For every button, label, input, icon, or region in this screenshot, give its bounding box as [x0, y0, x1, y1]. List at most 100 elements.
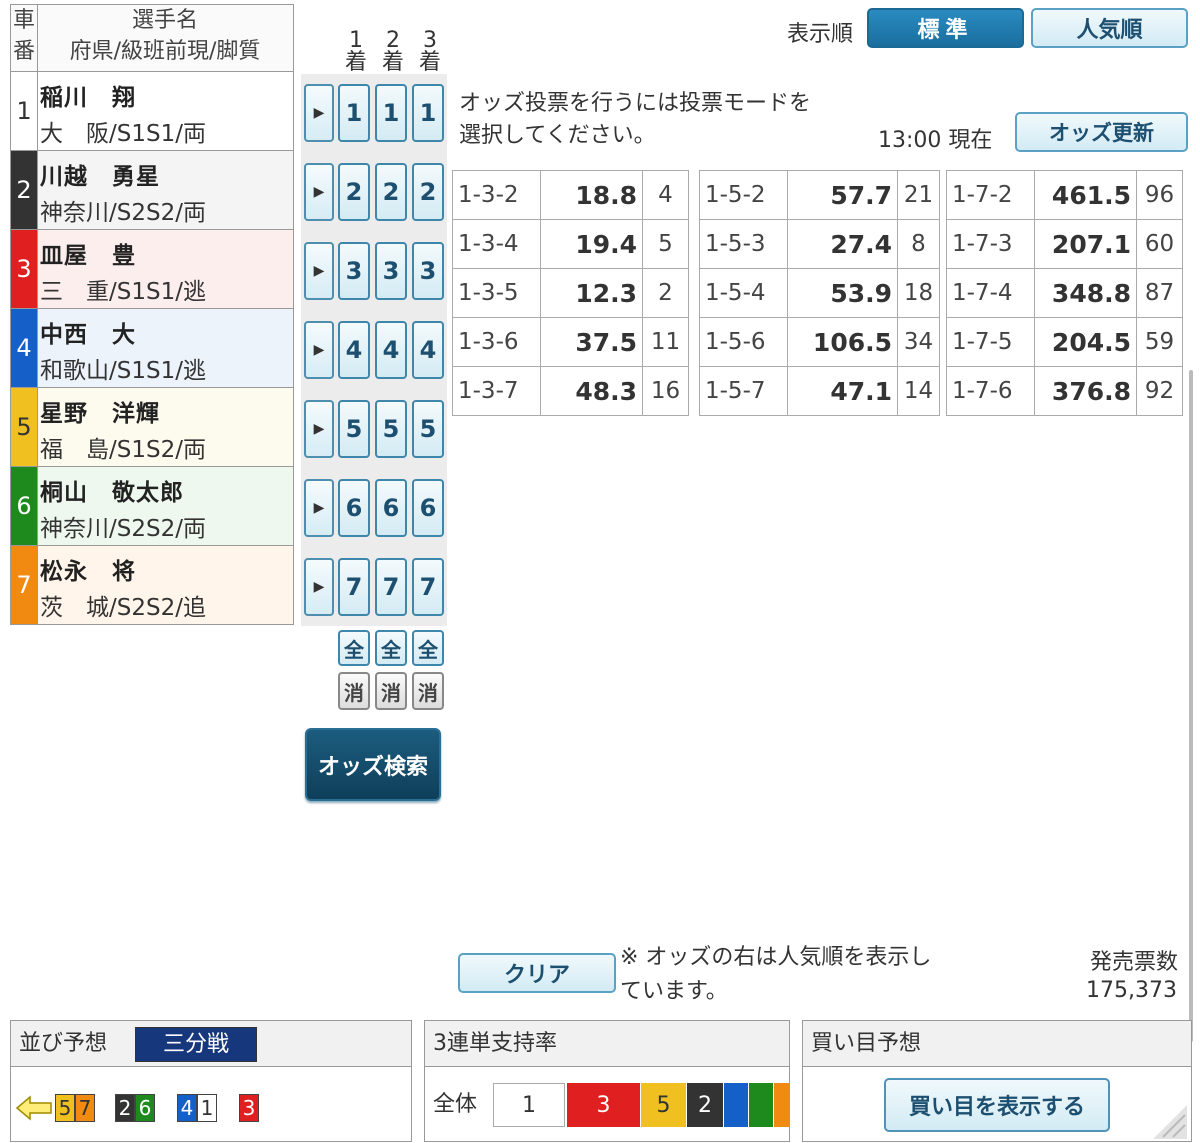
popularity-rank: 59	[1136, 317, 1183, 367]
car-select-button[interactable]: 5	[375, 400, 407, 458]
odds-row[interactable]: 1-7-3 207.1 60	[946, 219, 1183, 269]
show-bets-button[interactable]: 買い目を表示する	[884, 1078, 1110, 1132]
odds-value: 19.4	[540, 219, 643, 269]
standard-order-button[interactable]: 標準	[867, 8, 1024, 48]
clear-column-button[interactable]: 消	[375, 672, 407, 710]
message-line-1: オッズ投票を行うには投票モードを	[459, 91, 812, 116]
odds-row[interactable]: 1-3-2 18.8 4	[452, 170, 689, 220]
car-select-button[interactable]: 4	[412, 321, 444, 379]
odds-table: 1-5-2 57.7 21 1-5-3 27.4 8 1-5-4 53.9 18 1-5-6 106…	[699, 170, 940, 416]
racer-detail-header: 府県/級班前現/脚質	[69, 39, 261, 64]
odds-row[interactable]: 1-3-7 48.3 16	[452, 366, 689, 416]
car-select-button[interactable]: 6	[412, 479, 444, 537]
car-select-button[interactable]: 2	[412, 163, 444, 221]
support-rate-header: 3連単支持率	[425, 1021, 789, 1067]
odds-row[interactable]: 1-3-6 37.5 11	[452, 317, 689, 367]
odds-value: 27.4	[787, 219, 898, 269]
odds-combination: 1-3-7	[452, 366, 541, 416]
triangle-right-icon: ▶	[313, 105, 325, 121]
odds-row[interactable]: 1-5-2 57.7 21	[699, 170, 940, 220]
finish-column-header: 3着	[412, 30, 448, 74]
odds-row[interactable]: 1-3-5 12.3 2	[452, 268, 689, 318]
car-select-button[interactable]: 3	[412, 242, 444, 300]
odds-row[interactable]: 1-7-6 376.8 92	[946, 366, 1183, 416]
row-select-arrow-button[interactable]: ▶	[304, 558, 334, 616]
select-all-button[interactable]: 全	[375, 630, 407, 666]
car-select-button[interactable]: 7	[375, 558, 407, 616]
odds-row[interactable]: 1-5-7 47.1 14	[699, 366, 940, 416]
popularity-rank: 11	[642, 317, 689, 367]
odds-row[interactable]: 1-3-4 19.4 5	[452, 219, 689, 269]
odds-row[interactable]: 1-5-6 106.5 34	[699, 317, 940, 367]
clear-button[interactable]: クリア	[458, 953, 616, 993]
lineup-car-tag: 7	[75, 1094, 95, 1122]
car-header-line1: 車	[12, 8, 35, 33]
odds-value: 18.8	[540, 170, 643, 220]
triangle-right-icon: ▶	[313, 342, 325, 358]
row-select-arrow-button[interactable]: ▶	[304, 84, 334, 142]
finish-column-header: 2着	[375, 30, 411, 74]
finish-column-header: 1着	[338, 30, 374, 74]
car-select-button[interactable]: 2	[375, 163, 407, 221]
car-select-button[interactable]: 1	[412, 84, 444, 142]
note-line-2: ています。	[620, 979, 728, 1004]
car-select-button[interactable]: 3	[338, 242, 370, 300]
car-select-button[interactable]: 4	[375, 321, 407, 379]
racer-row: 3 皿屋 豊三 重/S1S1/逃	[10, 230, 294, 309]
car-select-button[interactable]: 1	[375, 84, 407, 142]
car-select-button[interactable]: 7	[412, 558, 444, 616]
clear-column-button[interactable]: 消	[412, 672, 444, 710]
popularity-rank: 92	[1136, 366, 1183, 416]
odds-search-button[interactable]: オッズ検索	[305, 728, 441, 801]
odds-row[interactable]: 1-7-4 348.8 87	[946, 268, 1183, 318]
message-line-2: 選択してください。	[459, 123, 656, 148]
car-select-button[interactable]: 6	[338, 479, 370, 537]
racer-table-header: 車 番 選手名 府県/級班前現/脚質	[10, 4, 294, 72]
race-style-badge: 三分戦	[135, 1027, 257, 1062]
popularity-order-button[interactable]: 人気順	[1031, 8, 1188, 48]
clear-column-button[interactable]: 消	[338, 672, 370, 710]
support-rate-bar	[749, 1083, 773, 1127]
odds-refresh-button[interactable]: オッズ更新	[1015, 112, 1188, 152]
row-select-arrow-button[interactable]: ▶	[304, 242, 334, 300]
row-select-arrow-button[interactable]: ▶	[304, 479, 334, 537]
lineup-car-tag: 1	[197, 1094, 217, 1122]
odds-row[interactable]: 1-5-4 53.9 18	[699, 268, 940, 318]
car-select-button[interactable]: 5	[338, 400, 370, 458]
voting-mode-message: オッズ投票を行うには投票モードを 選択してください。	[459, 88, 879, 152]
row-select-arrow-button[interactable]: ▶	[304, 400, 334, 458]
racer-name: 川越 勇星	[40, 164, 160, 190]
odds-value: 461.5	[1034, 170, 1137, 220]
car-select-button[interactable]: 2	[338, 163, 370, 221]
racer-name: 中西 大	[40, 322, 136, 348]
select-all-button[interactable]: 全	[338, 630, 370, 666]
racer-info-header: 選手名 府県/級班前現/脚質	[37, 5, 293, 71]
racer-row: 7 松永 将茨 城/S2S2/追	[10, 546, 294, 625]
racer-detail: 和歌山/S1S1/逃	[40, 358, 206, 384]
select-all-button[interactable]: 全	[412, 630, 444, 666]
support-rate-bar: 3	[567, 1083, 640, 1127]
car-select-button[interactable]: 7	[338, 558, 370, 616]
car-select-button[interactable]: 3	[375, 242, 407, 300]
finish-position-suffix: 着	[381, 50, 404, 75]
car-select-button[interactable]: 1	[338, 84, 370, 142]
row-select-arrow-button[interactable]: ▶	[304, 163, 334, 221]
lineup-title: 並び予想	[19, 1031, 108, 1056]
odds-row[interactable]: 1-5-3 27.4 8	[699, 219, 940, 269]
car-number: 5	[11, 388, 38, 466]
popularity-rank: 14	[897, 366, 940, 416]
row-select-arrow-button[interactable]: ▶	[304, 321, 334, 379]
lineup-car-tag: 3	[239, 1094, 259, 1122]
odds-row[interactable]: 1-7-5 204.5 59	[946, 317, 1183, 367]
odds-row[interactable]: 1-7-2 461.5 96	[946, 170, 1183, 220]
lineup-body: 5726413	[15, 1093, 281, 1123]
lineup-car-tag: 4	[177, 1094, 197, 1122]
scrollbar[interactable]	[1189, 370, 1193, 1042]
odds-value: 53.9	[787, 268, 898, 318]
car-select-button[interactable]: 6	[375, 479, 407, 537]
odds-value: 48.3	[540, 366, 643, 416]
odds-combination: 1-5-6	[699, 317, 788, 367]
sales-count-value: 175,373	[1086, 978, 1177, 1003]
car-select-button[interactable]: 4	[338, 321, 370, 379]
car-select-button[interactable]: 5	[412, 400, 444, 458]
